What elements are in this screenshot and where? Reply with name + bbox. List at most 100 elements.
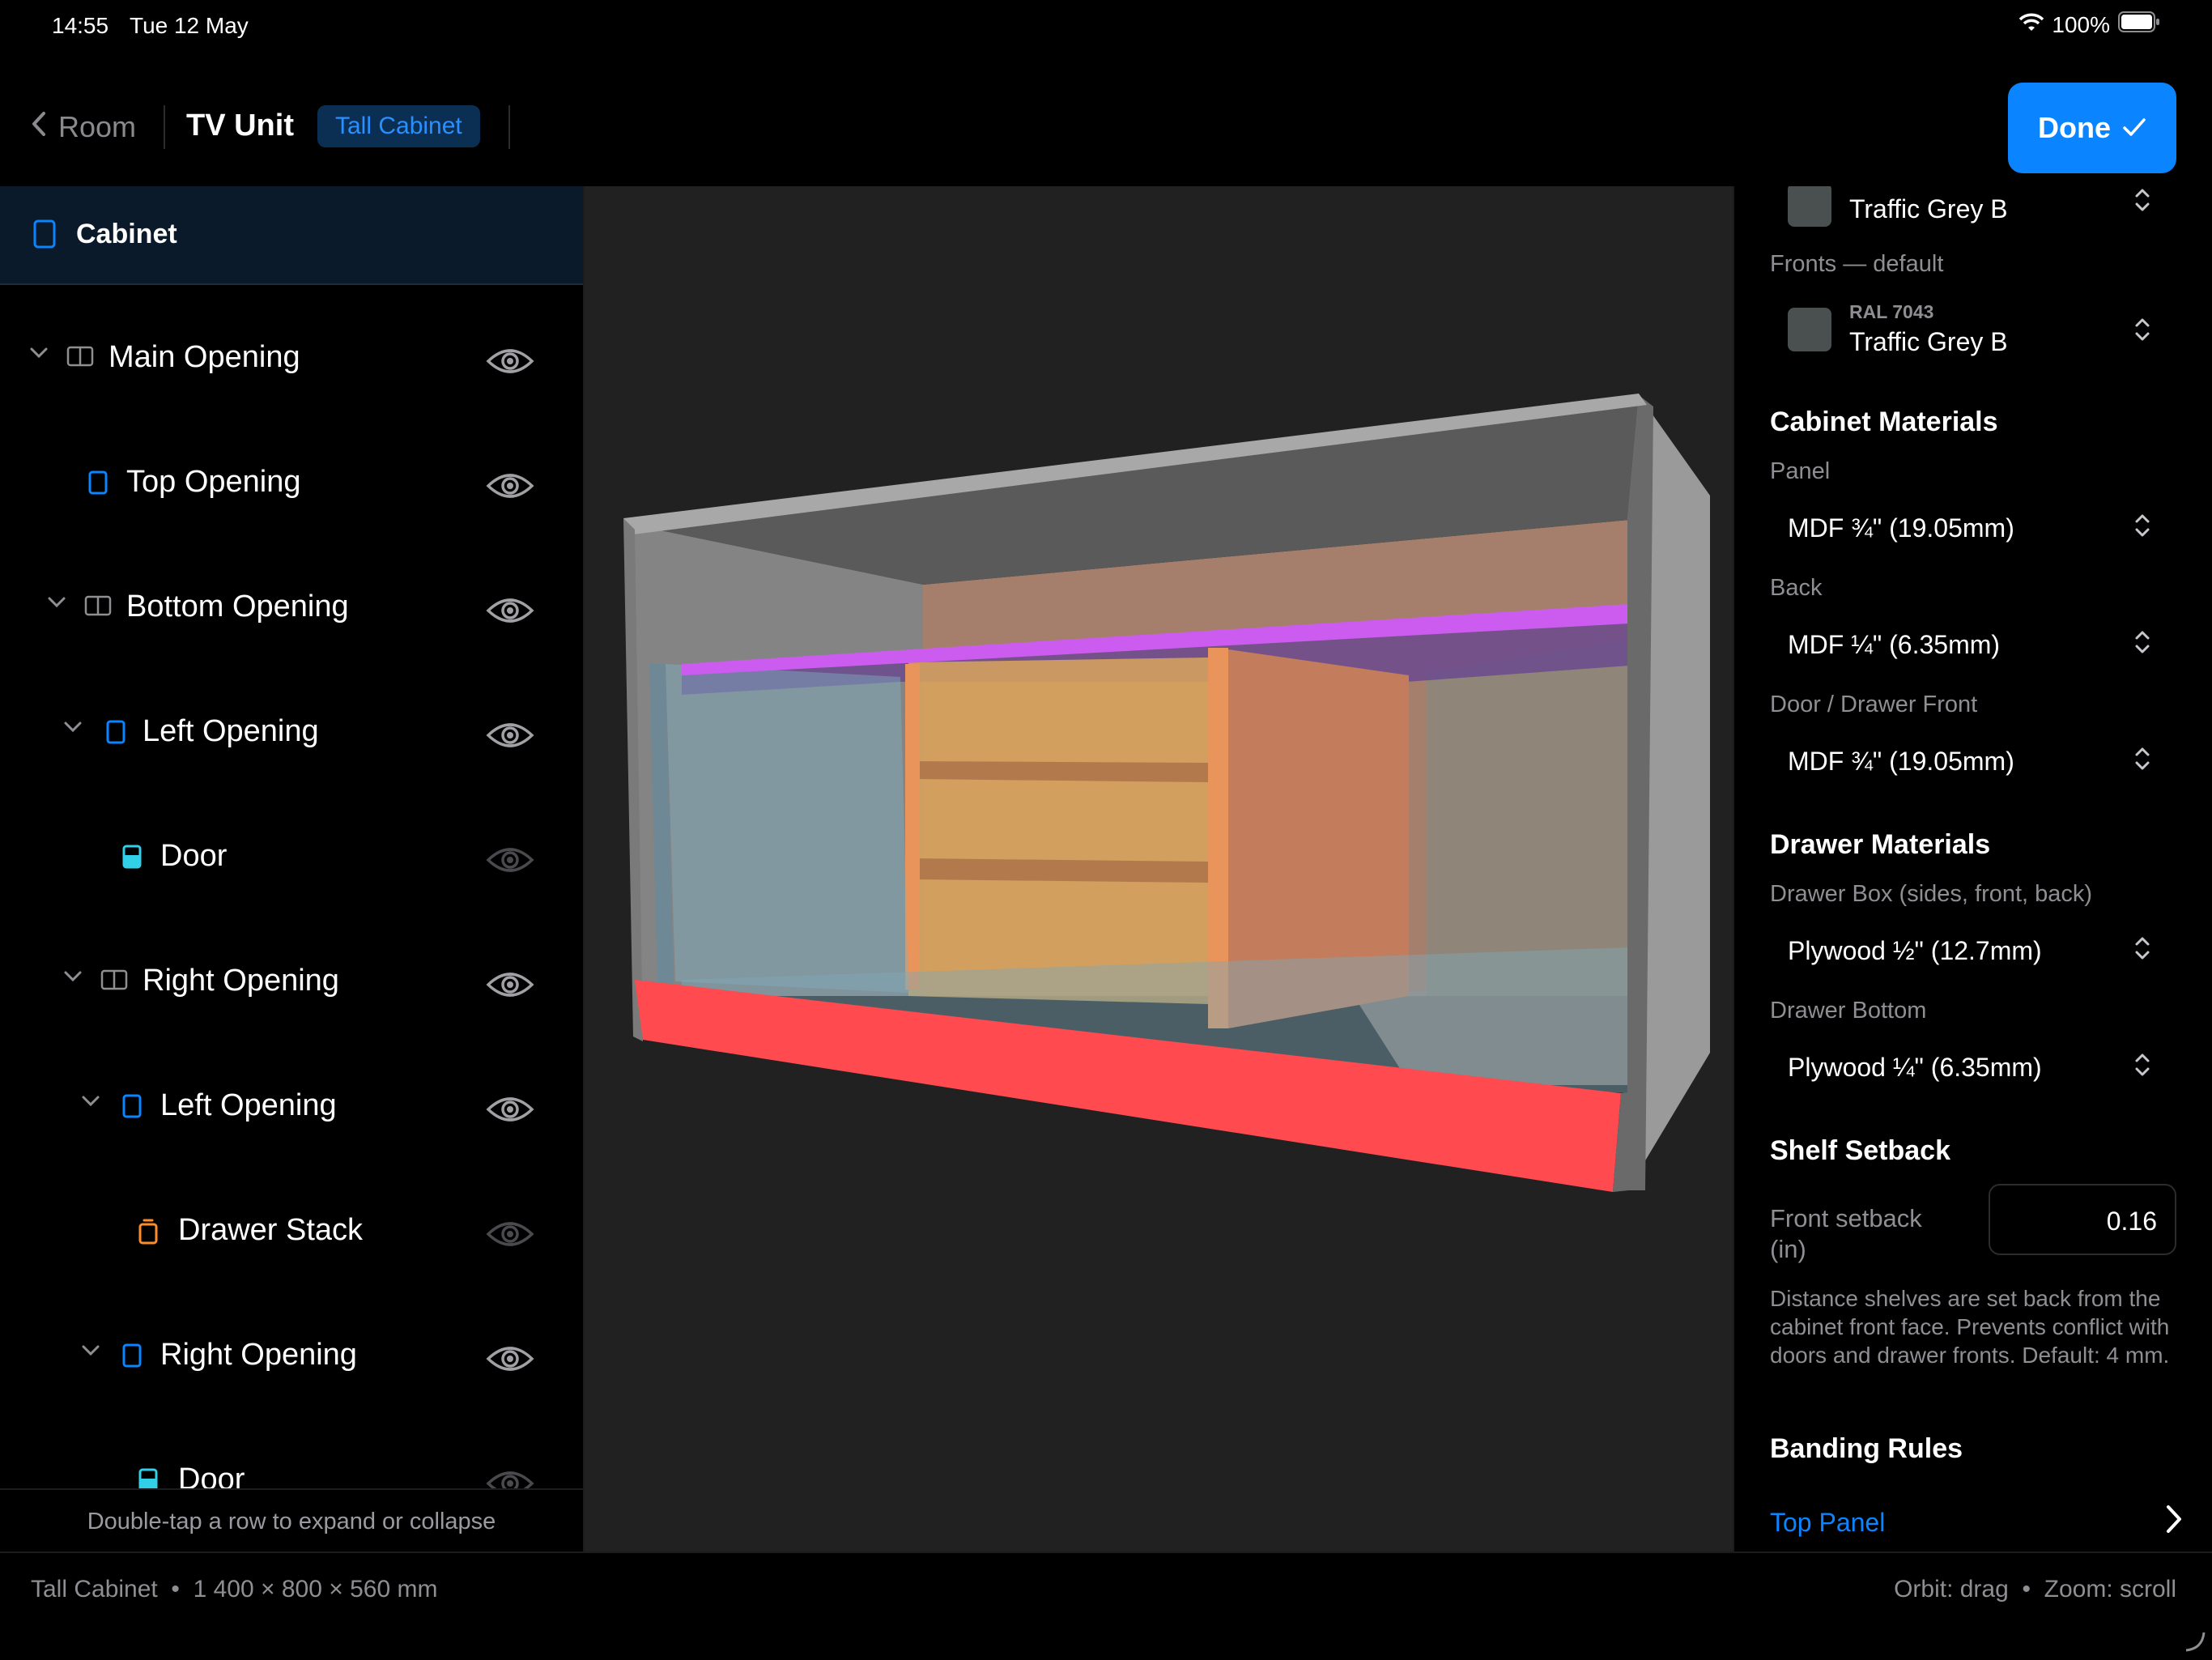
tree-row-label: Door [178, 1462, 245, 1488]
split-icon [84, 594, 112, 621]
visibility-eye-icon[interactable] [486, 594, 534, 631]
battery-percent: 100% [2052, 11, 2110, 37]
visibility-eye-icon[interactable] [486, 1093, 534, 1130]
door-icon [138, 1467, 159, 1488]
back-material-select[interactable]: MDF ¼" (6.35mm) [1788, 630, 2000, 660]
chevron-left-icon [31, 110, 47, 144]
tree-row-door[interactable]: Door [0, 1420, 583, 1488]
cabinet-type-badge[interactable]: Tall Cabinet [317, 105, 480, 147]
fronts-label: Fronts — default [1770, 251, 1944, 277]
tree-row-label: Door [160, 839, 228, 873]
cabinet-3d-model[interactable] [585, 186, 1733, 1551]
drawer-bottom-select[interactable]: Plywood ¼" (6.35mm) [1788, 1053, 2042, 1083]
chevron-updown-icon[interactable] [2134, 186, 2150, 218]
checkmark-icon [2122, 111, 2146, 145]
tree-row-label: Top Opening [126, 465, 301, 499]
chevron-down-icon[interactable] [29, 347, 49, 364]
back-label: Room [58, 110, 137, 143]
opening-icon [87, 470, 108, 500]
visibility-eye-icon[interactable] [486, 719, 534, 756]
viewport-controls-hint: Orbit: drag • Zoom: scroll [1894, 1576, 2176, 1603]
drawer-divider [913, 761, 1208, 782]
carcass-color-name[interactable]: Traffic Grey B [1849, 194, 2008, 224]
panel-material-select[interactable]: MDF ¾" (19.05mm) [1788, 513, 2014, 543]
visibility-eye-icon[interactable] [486, 1343, 534, 1379]
drawer-box-label: Drawer Box (sides, front, back) [1770, 881, 2093, 907]
banding-rules-heading: Banding Rules [1770, 1433, 1963, 1464]
visibility-eye-icon[interactable] [486, 345, 534, 381]
opening-icon [121, 1093, 143, 1123]
split-icon [100, 968, 128, 995]
chevron-updown-icon[interactable] [2134, 628, 2150, 660]
tree-row-label: Right Opening [143, 964, 339, 998]
cabinet-materials-heading: Cabinet Materials [1770, 406, 1998, 437]
tree-hint: Double-tap a row to expand or collapse [0, 1488, 583, 1553]
door-icon [121, 844, 143, 874]
drawer-icon [138, 1218, 159, 1249]
drawer-box-select[interactable]: Plywood ½" (12.7mm) [1788, 936, 2042, 966]
front-setback-input[interactable]: 0.16 [1989, 1184, 2176, 1255]
tree-row-bottom-opening[interactable]: Bottom Opening [0, 547, 583, 672]
chevron-down-icon[interactable] [81, 1344, 100, 1361]
navigation-bar: Room TV Unit Tall Cabinet Done [0, 52, 2212, 186]
footer-bar: Tall Cabinet • 1 400 × 800 × 560 mm Orbi… [0, 1551, 2212, 1660]
tree-row-label: Right Opening [160, 1338, 357, 1372]
tree-row-door[interactable]: Door [0, 797, 583, 922]
hierarchy-panel: Cabinet Main Opening Top Opening Bottom … [0, 186, 585, 1553]
divider [508, 105, 510, 149]
visibility-eye-icon[interactable] [486, 844, 534, 880]
done-button[interactable]: Done [2008, 83, 2176, 173]
fronts-ral-code: RAL 7043 [1849, 301, 1934, 322]
visibility-eye-icon[interactable] [486, 1467, 534, 1488]
chevron-down-icon[interactable] [81, 1095, 100, 1112]
drawer-stack [908, 658, 1208, 1004]
door-material-select[interactable]: MDF ¾" (19.05mm) [1788, 747, 2014, 777]
chevron-updown-icon[interactable] [2134, 512, 2150, 543]
chevron-updown-icon[interactable] [2134, 1051, 2150, 1083]
tree-row-right-opening[interactable]: Right Opening [0, 1296, 583, 1420]
done-label: Done [2038, 111, 2111, 144]
carcass-color-swatch [1788, 186, 1831, 227]
tree-root-cabinet[interactable]: Cabinet [0, 186, 583, 285]
chevron-updown-icon[interactable] [2134, 745, 2150, 777]
fronts-color-swatch [1788, 308, 1831, 351]
tree-row-left-opening[interactable]: Left Opening [0, 1046, 583, 1171]
3d-viewport[interactable] [585, 186, 1733, 1551]
back-label: Back [1770, 575, 1823, 601]
panel-label: Panel [1770, 458, 1831, 484]
wifi-icon [2019, 12, 2044, 38]
split-icon [66, 345, 94, 372]
chevron-down-icon[interactable] [63, 970, 83, 987]
tree-row-drawer-stack[interactable]: Drawer Stack [0, 1171, 583, 1296]
tree-row-right-opening[interactable]: Right Opening [0, 922, 583, 1046]
opening-icon [105, 719, 126, 749]
chevron-updown-icon[interactable] [2134, 316, 2150, 347]
visibility-eye-icon[interactable] [486, 1218, 534, 1254]
visibility-eye-icon[interactable] [486, 470, 534, 506]
front-setback-label: Front setback (in) [1770, 1204, 1922, 1263]
chevron-down-icon[interactable] [47, 596, 66, 613]
left-glass-front [666, 664, 908, 993]
tree-row-top-opening[interactable]: Top Opening [0, 423, 583, 547]
status-bar: 14:55 Tue 12 May 100% [0, 0, 2212, 52]
chevron-right-icon[interactable] [2165, 1505, 2183, 1538]
chevron-down-icon[interactable] [63, 721, 83, 738]
left-divider [905, 664, 920, 990]
opening-icon [121, 1343, 143, 1373]
tree-row-main-opening[interactable]: Main Opening [0, 298, 583, 423]
fronts-color-name[interactable]: Traffic Grey B [1849, 327, 2008, 357]
tree-row-left-opening[interactable]: Left Opening [0, 672, 583, 797]
door-front-label: Door / Drawer Front [1770, 692, 1978, 717]
front-setback-description: Distance shelves are set back from the c… [1770, 1286, 2170, 1368]
tree-row-label: Left Opening [160, 1088, 337, 1122]
tree-row-label: Drawer Stack [178, 1213, 364, 1247]
status-date: Tue 12 May [130, 13, 249, 38]
visibility-eye-icon[interactable] [486, 968, 534, 1005]
properties-panel: Traffic Grey B Fronts — default RAL 7043… [1733, 186, 2212, 1551]
top-panel-link[interactable]: Top Panel [1770, 1508, 1885, 1538]
back-button[interactable]: Room [31, 110, 136, 144]
shelf-setback-heading: Shelf Setback [1770, 1135, 1950, 1166]
resize-grip-icon [2184, 1631, 2206, 1656]
divider [164, 105, 165, 149]
chevron-updown-icon[interactable] [2134, 934, 2150, 966]
